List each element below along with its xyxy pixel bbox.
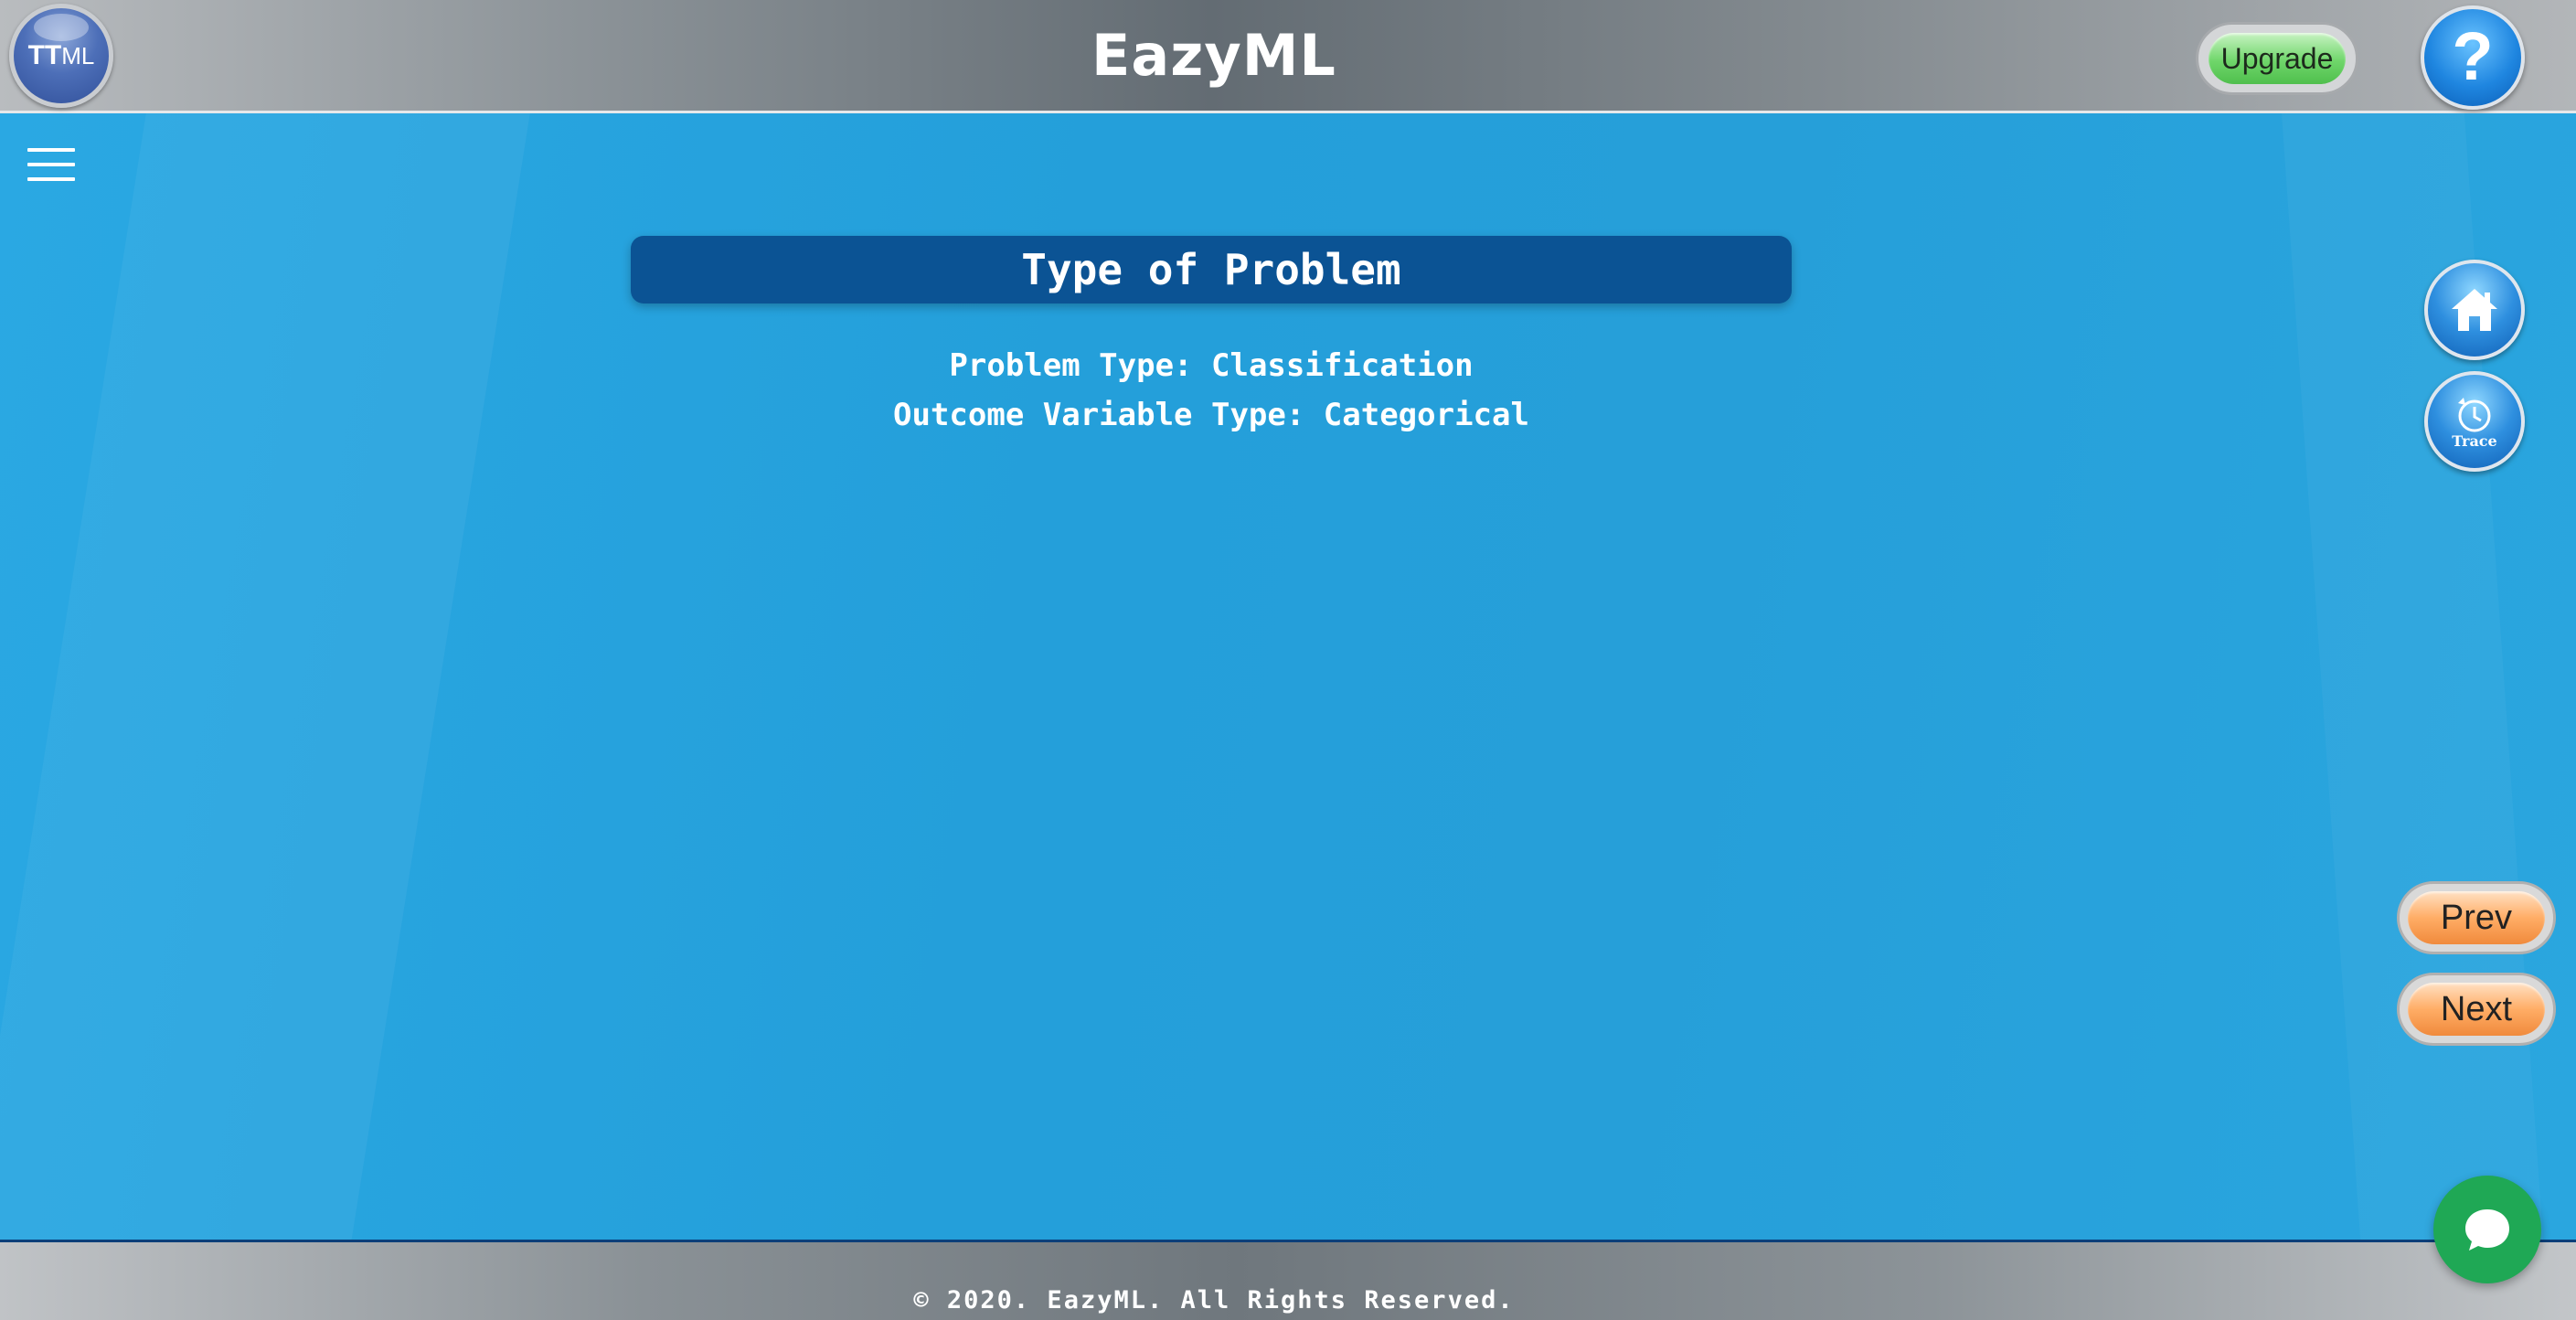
- clock-history-icon: [2458, 397, 2491, 431]
- problem-type-text: Problem Type: Classification: [949, 347, 1474, 384]
- hamburger-menu-icon[interactable]: [27, 148, 75, 181]
- help-button[interactable]: ?: [2421, 5, 2525, 110]
- home-icon: [2452, 289, 2497, 331]
- app-footer: © 2020. EazyML. All Rights Reserved.: [0, 1240, 2576, 1320]
- upgrade-button[interactable]: Upgrade: [2196, 22, 2358, 95]
- background-streak: [0, 113, 533, 1240]
- main-content: Type of Problem Problem Type: Classifica…: [0, 113, 2576, 1240]
- question-mark-icon: ?: [2452, 18, 2494, 94]
- upgrade-label: Upgrade: [2209, 33, 2346, 84]
- app-title: EazyML: [1091, 22, 1336, 89]
- section-title-bar: Type of Problem: [631, 236, 1792, 303]
- outcome-variable-type-text: Outcome Variable Type: Categorical: [893, 397, 1529, 433]
- copyright-text: © 2020. EazyML. All Rights Reserved.: [913, 1286, 1515, 1315]
- chat-bubble-icon: [2465, 1209, 2509, 1251]
- prev-button[interactable]: Prev: [2397, 881, 2556, 954]
- section-title: Type of Problem: [1021, 245, 1401, 294]
- next-button[interactable]: Next: [2397, 973, 2556, 1046]
- home-button[interactable]: [2424, 260, 2525, 360]
- trace-button[interactable]: Trace: [2424, 371, 2525, 472]
- app-header: TT ML EazyML Upgrade ?: [0, 0, 2576, 113]
- next-label: Next: [2408, 983, 2545, 1036]
- trace-label: Trace: [2452, 431, 2497, 450]
- chat-button[interactable]: [2433, 1176, 2541, 1283]
- prev-label: Prev: [2408, 891, 2545, 944]
